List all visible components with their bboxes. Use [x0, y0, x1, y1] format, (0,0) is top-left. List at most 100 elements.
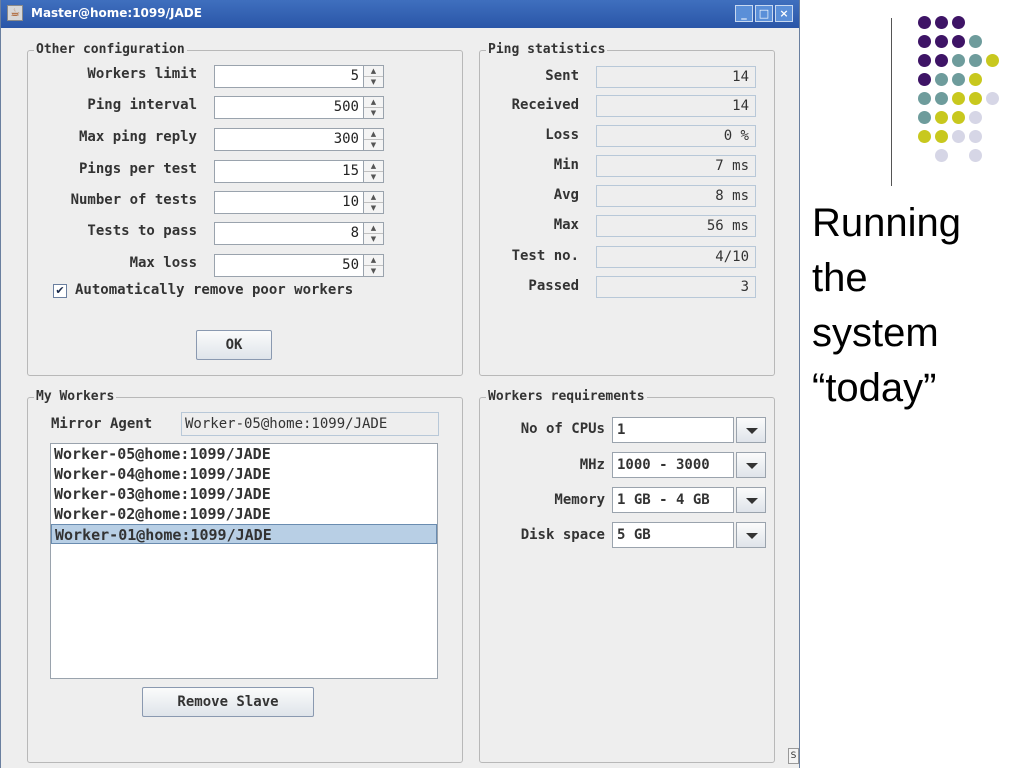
dot-purple: [935, 54, 948, 67]
spinner-arrows[interactable]: ▲ ▼: [364, 160, 384, 183]
mhz-value[interactable]: 1000 - 3000: [612, 452, 734, 478]
received-label: Received: [511, 97, 579, 113]
spinner-up-icon[interactable]: ▲: [364, 255, 383, 266]
spinner-down-icon[interactable]: ▼: [364, 266, 383, 276]
close-button[interactable]: ×: [775, 5, 793, 22]
title-bar[interactable]: ☕ Master@home:1099/JADE _ □ ×: [1, 0, 799, 28]
dot-purple: [918, 54, 931, 67]
dot-teal: [935, 73, 948, 86]
slide-divider-line: [891, 18, 892, 186]
list-item[interactable]: Worker-03@home:1099/JADE: [51, 484, 437, 504]
spinner-arrows[interactable]: ▲ ▼: [364, 128, 384, 151]
remove-slave-button[interactable]: Remove Slave: [142, 687, 314, 717]
minimize-button[interactable]: _: [735, 5, 753, 22]
spinner-down-icon[interactable]: ▼: [364, 77, 383, 87]
slide-caption-line: Running: [812, 201, 962, 245]
no-of-cpus-select[interactable]: 1: [612, 417, 766, 443]
max-ping-reply-field[interactable]: 300: [214, 128, 364, 151]
number-of-tests-spinner[interactable]: 10 ▲ ▼: [214, 191, 384, 214]
pings-per-test-spinner[interactable]: 15 ▲ ▼: [214, 160, 384, 183]
chevron-down-icon[interactable]: [736, 417, 766, 443]
dot-yellow: [918, 130, 931, 143]
window-title: Master@home:1099/JADE: [31, 6, 202, 20]
spinner-up-icon[interactable]: ▲: [364, 223, 383, 234]
dot-lavender: [969, 111, 982, 124]
spinner-up-icon[interactable]: ▲: [364, 97, 383, 108]
mirror-agent-value: Worker-05@home:1099/JADE: [181, 412, 439, 436]
dot-yellow: [986, 54, 999, 67]
loss-label: Loss: [545, 127, 579, 143]
spinner-up-icon[interactable]: ▲: [364, 129, 383, 140]
passed-label: Passed: [528, 278, 579, 294]
list-item[interactable]: Worker-05@home:1099/JADE: [51, 444, 437, 464]
ok-button[interactable]: OK: [196, 330, 272, 360]
slide-caption: Running the system “today”: [812, 196, 961, 416]
mhz-select[interactable]: 1000 - 3000: [612, 452, 766, 478]
ping-statistics-title: Ping statistics: [486, 42, 608, 57]
dot-purple: [918, 73, 931, 86]
spinner-down-icon[interactable]: ▼: [364, 172, 383, 182]
dot-teal: [969, 35, 982, 48]
dot-teal: [952, 73, 965, 86]
workers-requirements-title: Workers requirements: [486, 389, 647, 404]
workers-limit-spinner[interactable]: 5 ▲ ▼: [214, 65, 384, 88]
number-of-tests-label: Number of tests: [70, 192, 197, 208]
tests-to-pass-field[interactable]: 8: [214, 222, 364, 245]
max-ping-reply-spinner[interactable]: 300 ▲ ▼: [214, 128, 384, 151]
dot-yellow: [969, 92, 982, 105]
dot-teal: [918, 92, 931, 105]
test-no-label: Test no.: [511, 248, 579, 264]
max-loss-field[interactable]: 50: [214, 254, 364, 277]
spinner-down-icon[interactable]: ▼: [364, 234, 383, 244]
dot-teal: [952, 54, 965, 67]
auto-remove-checkbox[interactable]: ✔: [53, 284, 67, 298]
spinner-arrows[interactable]: ▲ ▼: [364, 96, 384, 119]
sent-value: 14: [596, 66, 756, 88]
spinner-up-icon[interactable]: ▲: [364, 66, 383, 77]
workers-limit-field[interactable]: 5: [214, 65, 364, 88]
dot-purple: [918, 35, 931, 48]
spinner-up-icon[interactable]: ▲: [364, 161, 383, 172]
spinner-down-icon[interactable]: ▼: [364, 108, 383, 118]
chevron-down-icon[interactable]: [736, 487, 766, 513]
dot-yellow: [969, 73, 982, 86]
spinner-arrows[interactable]: ▲ ▼: [364, 222, 384, 245]
min-label: Min: [553, 157, 579, 173]
pings-per-test-field[interactable]: 15: [214, 160, 364, 183]
list-item-selected[interactable]: Worker-01@home:1099/JADE: [51, 524, 437, 544]
chevron-down-icon[interactable]: [736, 522, 766, 548]
dot-lavender: [935, 149, 948, 162]
max-loss-spinner[interactable]: 50 ▲ ▼: [214, 254, 384, 277]
disk-space-select[interactable]: 5 GB: [612, 522, 766, 548]
spinner-arrows[interactable]: ▲ ▼: [364, 254, 384, 277]
mirror-agent-label: Mirror Agent: [51, 416, 153, 432]
tests-to-pass-label: Tests to pass: [87, 223, 197, 239]
dot-yellow: [935, 111, 948, 124]
workers-limit-label: Workers limit: [87, 66, 197, 82]
pings-per-test-label: Pings per test: [78, 161, 197, 177]
ping-interval-field[interactable]: 500: [214, 96, 364, 119]
memory-value[interactable]: 1 GB - 4 GB: [612, 487, 734, 513]
list-item[interactable]: Worker-04@home:1099/JADE: [51, 464, 437, 484]
avg-label: Avg: [553, 187, 579, 203]
no-of-cpus-value[interactable]: 1: [612, 417, 734, 443]
maximize-button[interactable]: □: [755, 5, 773, 22]
memory-select[interactable]: 1 GB - 4 GB: [612, 487, 766, 513]
list-item[interactable]: Worker-02@home:1099/JADE: [51, 504, 437, 524]
spinner-arrows[interactable]: ▲ ▼: [364, 65, 384, 88]
resize-grip[interactable]: S: [788, 748, 799, 764]
spinner-up-icon[interactable]: ▲: [364, 192, 383, 203]
tests-to-pass-spinner[interactable]: 8 ▲ ▼: [214, 222, 384, 245]
disk-space-value[interactable]: 5 GB: [612, 522, 734, 548]
ping-interval-spinner[interactable]: 500 ▲ ▼: [214, 96, 384, 119]
slide-caption-line: the: [812, 256, 868, 300]
loss-value: 0 %: [596, 125, 756, 147]
max-loss-label: Max loss: [129, 255, 197, 271]
chevron-down-icon[interactable]: [736, 452, 766, 478]
number-of-tests-field[interactable]: 10: [214, 191, 364, 214]
spinner-down-icon[interactable]: ▼: [364, 203, 383, 213]
workers-list[interactable]: Worker-05@home:1099/JADE Worker-04@home:…: [50, 443, 438, 679]
spinner-arrows[interactable]: ▲ ▼: [364, 191, 384, 214]
dot-purple: [952, 35, 965, 48]
spinner-down-icon[interactable]: ▼: [364, 140, 383, 150]
